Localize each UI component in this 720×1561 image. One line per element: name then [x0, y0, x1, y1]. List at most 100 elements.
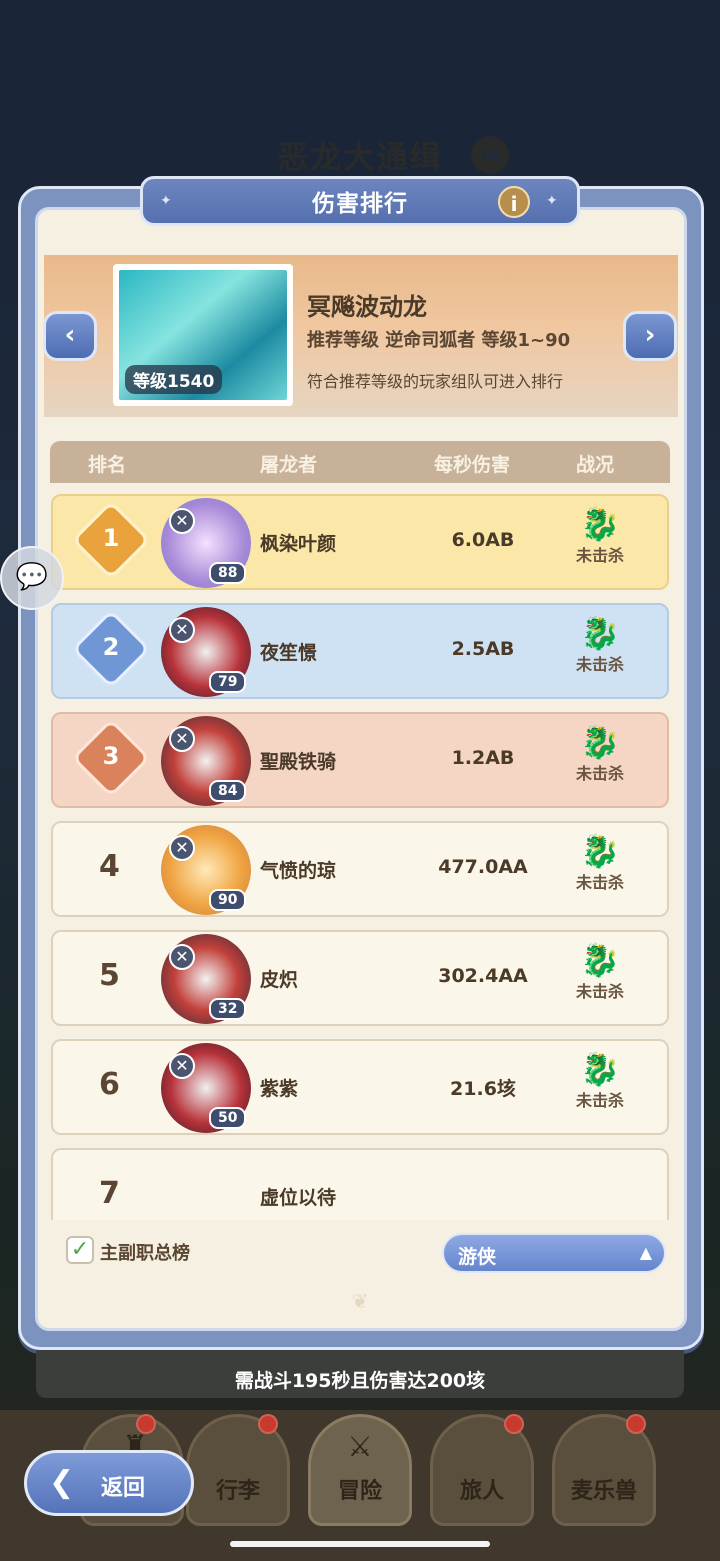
dragon-icon: 🐉: [580, 614, 620, 652]
dps-value: 2.5AB: [451, 638, 515, 660]
table-row[interactable]: 4 ✕ 90 气愤的琼 477.0AA 🐉 未击杀: [51, 821, 669, 917]
boss-recommend: 推荐等级 逆命司狐者 等级1~90: [307, 330, 571, 351]
avatar[interactable]: ✕ 50: [161, 1043, 251, 1133]
rank-number: 5: [99, 958, 120, 993]
dragon-icon: 🐉: [580, 723, 620, 761]
kill-status: 🐉 未击杀: [563, 506, 637, 566]
requirement-text: 需战斗195秒且伤害达200垓: [234, 1370, 486, 1392]
kill-status: 🐉 未击杀: [563, 1051, 637, 1111]
notification-dot: [626, 1414, 646, 1434]
class-icon: ✕: [169, 944, 195, 970]
nav-label-pet: 麦乐兽: [570, 1479, 637, 1504]
avatar[interactable]: ✕ 79: [161, 607, 251, 697]
rank-number: 2: [102, 633, 120, 661]
back-arrow-icon: ❮: [49, 1465, 75, 1500]
header-rank: 排名: [88, 454, 127, 476]
boss-level-badge: 等级1540: [125, 365, 223, 394]
class-icon: ✕: [169, 508, 195, 534]
rank-number: 3: [102, 742, 120, 770]
avatar-level: 88: [209, 562, 247, 584]
avatar-level: 84: [209, 780, 247, 802]
player-name: 皮炽: [260, 969, 299, 991]
dragon-icon: 🐉: [580, 941, 620, 979]
avatar-level: 50: [209, 1107, 247, 1129]
table-row[interactable]: 2 ✕ 79 夜笙憬 2.5AB 🐉 未击杀: [51, 603, 669, 699]
dragon-icon: 🐉: [580, 832, 620, 870]
panel-ornament-icon: ❦: [351, 1289, 369, 1313]
player-name: 聖殿铁骑: [260, 751, 337, 773]
vacant-slot-label: 虚位以待: [260, 1187, 337, 1209]
avatar[interactable]: ✕ 88: [161, 498, 251, 588]
table-row[interactable]: 1 ✕ 88 枫染叶颜 6.0AB 🐉 未击杀: [51, 494, 669, 590]
status-label: 未击杀: [575, 764, 624, 783]
header-dps: 每秒伤害: [434, 454, 511, 476]
dps-value: 1.2AB: [451, 747, 515, 769]
avatar-level: 90: [209, 889, 247, 911]
kill-status: 🐉 未击杀: [563, 942, 637, 1002]
header-player: 屠龙者: [260, 454, 318, 476]
dialog-title: 伤害排行: [312, 191, 408, 217]
status-label: 未击杀: [575, 982, 624, 1001]
avatar-level: 79: [209, 671, 247, 693]
status-label: 未击杀: [575, 546, 624, 565]
triangle-up-icon: ▲: [639, 1243, 652, 1262]
boss-note: 符合推荐等级的玩家组队可进入排行: [307, 372, 564, 391]
class-icon: ✕: [169, 726, 195, 752]
boss-portrait: 等级1540: [113, 264, 293, 406]
avatar[interactable]: ✕ 90: [161, 825, 251, 915]
rank-number: 6: [99, 1067, 120, 1102]
table-header: 排名 屠龙者 每秒伤害 战况: [50, 441, 670, 483]
chat-bubble-icon[interactable]: 💬: [0, 546, 64, 610]
dps-value: 302.4AA: [438, 965, 528, 987]
dragon-icon: 🐉: [580, 505, 620, 543]
rank-number: 1: [102, 524, 120, 552]
dps-value: 477.0AA: [438, 856, 528, 878]
player-name: 夜笙憬: [260, 642, 318, 664]
avatar[interactable]: ✕ 84: [161, 716, 251, 806]
table-row[interactable]: 6 ✕ 50 紫紫 21.6垓 🐉 未击杀: [51, 1039, 669, 1135]
class-select[interactable]: 游侠 ▲: [442, 1233, 666, 1273]
notification-dot: [504, 1414, 524, 1434]
status-label: 未击杀: [575, 873, 624, 892]
class-icon: ✕: [169, 1053, 195, 1079]
header-status: 战况: [576, 454, 615, 476]
nav-label-bag: 行李: [215, 1479, 260, 1504]
nav-label-traveler: 旅人: [459, 1479, 504, 1504]
class-icon: ✕: [169, 835, 195, 861]
dps-value: 6.0AB: [451, 529, 515, 551]
avatar[interactable]: ✕ 32: [161, 934, 251, 1024]
class-icon: ✕: [169, 617, 195, 643]
next-boss-button[interactable]: ›: [623, 311, 677, 361]
crossed-swords-icon: ⚔: [347, 1430, 373, 1463]
class-select-value: 游侠: [458, 1246, 497, 1268]
notification-dot: [136, 1414, 156, 1434]
kill-status: 🐉 未击杀: [563, 724, 637, 784]
nav-label-adventure: 冒险: [337, 1479, 382, 1504]
prev-boss-button[interactable]: ‹: [43, 311, 97, 361]
avatar-level: 32: [209, 998, 247, 1020]
dragon-portrait-image: 等级1540: [119, 270, 287, 400]
table-row[interactable]: 5 ✕ 32 皮炽 302.4AA 🐉 未击杀: [51, 930, 669, 1026]
rank-number: 4: [99, 849, 120, 884]
player-name: 紫紫: [260, 1078, 299, 1100]
back-label: 返回: [101, 1476, 146, 1501]
status-label: 未击杀: [575, 655, 624, 674]
dragon-icon: 🐉: [580, 1050, 620, 1088]
player-name: 气愤的琼: [260, 860, 337, 882]
player-name: 枫染叶颜: [260, 533, 337, 555]
chevron-right-icon: ›: [644, 320, 656, 350]
boss-name: 冥飚波动龙: [307, 293, 427, 321]
dps-value: 21.6垓: [450, 1078, 516, 1100]
checkbox-label: 主副职总榜: [100, 1243, 190, 1264]
chevron-left-icon: ‹: [64, 320, 76, 350]
info-button[interactable]: i: [498, 186, 530, 218]
table-row-empty: 7 虚位以待: [51, 1148, 669, 1228]
back-button[interactable]: ❮ 返回: [24, 1450, 194, 1516]
home-indicator: [230, 1541, 490, 1547]
overall-ranking-checkbox[interactable]: ✓: [66, 1236, 94, 1264]
table-row[interactable]: 3 ✕ 84 聖殿铁骑 1.2AB 🐉 未击杀: [51, 712, 669, 808]
kill-status: 🐉 未击杀: [563, 615, 637, 675]
rank-number: 7: [99, 1176, 120, 1211]
status-label: 未击杀: [575, 1091, 624, 1110]
kill-status: 🐉 未击杀: [563, 833, 637, 893]
